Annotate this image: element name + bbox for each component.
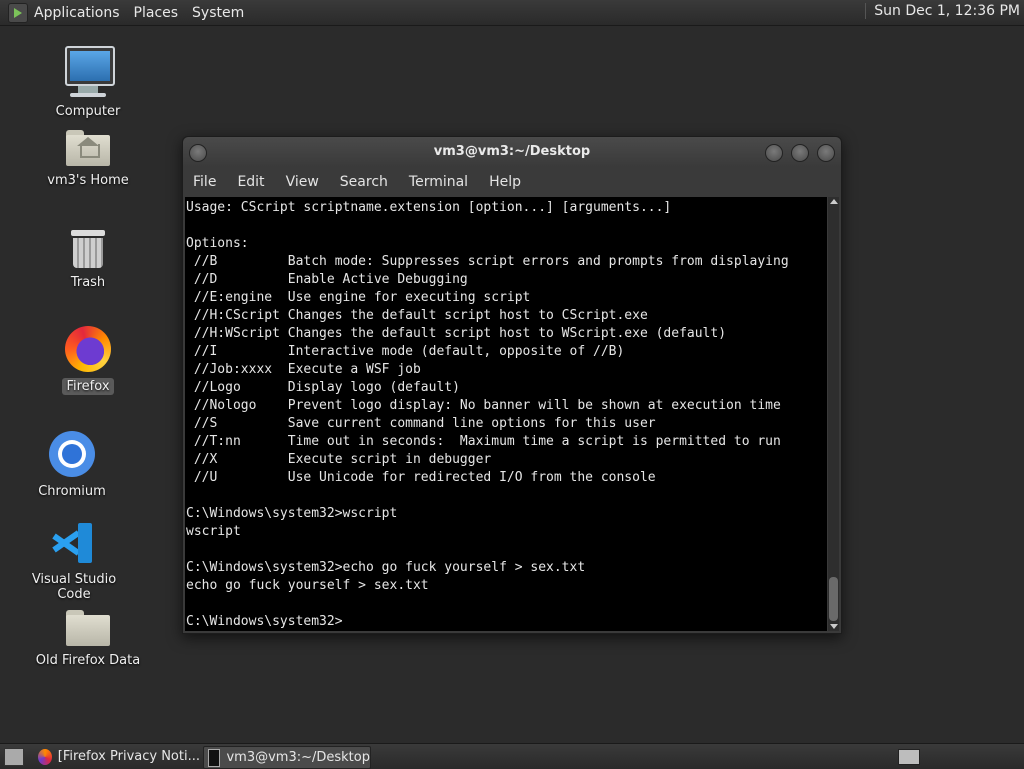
terminal-line: //Logo Display logo (default) [186,380,460,395]
menu-help[interactable]: Help [489,174,521,190]
minimize-button[interactable] [765,144,783,162]
terminal-line: //U Use Unicode for redirected I/O from … [186,470,656,485]
terminal-line: //Job:xxxx Execute a WSF job [186,362,421,377]
window-titlebar[interactable]: vm3@vm3:~/Desktop [183,137,841,167]
desktop-icon-label: Chromium [38,484,106,499]
menu-search[interactable]: Search [340,174,388,190]
terminal-line: Options: [186,236,249,251]
menu-system[interactable]: System [192,5,244,21]
taskbar-item-label: vm3@vm3:~/Desktop [226,750,370,765]
terminal-line: //H:WScript Changes the default script h… [186,326,727,341]
terminal-line: //S Save current command line options fo… [186,416,656,431]
trash-icon [71,230,105,268]
terminal-scrollbar[interactable] [828,197,839,631]
terminal-line: //E:engine Use engine for executing scri… [186,290,531,305]
bottom-panel: [Firefox Privacy Noti... vm3@vm3:~/Deskt… [0,743,1024,769]
desktop-icon-label: Trash [70,275,106,290]
menu-file[interactable]: File [193,174,216,190]
menu-view[interactable]: View [286,174,319,190]
chromium-icon [49,431,95,477]
scrollbar-thumb[interactable] [829,577,838,621]
terminal-line: wscript [186,524,241,539]
terminal-line: Usage: CScript scriptname.extension [opt… [186,200,672,215]
desktop-icon-old-firefox-data[interactable]: Old Firefox Data [28,610,148,669]
terminal-line: C:\Windows\system32>wscript [186,506,398,521]
terminal-window[interactable]: vm3@vm3:~/Desktop File Edit View Search … [182,136,842,634]
desktop-icon-vscode[interactable]: Visual Studio Code [14,521,134,603]
vscode-icon [52,521,96,565]
menu-edit[interactable]: Edit [237,174,264,190]
terminal-icon [208,748,221,767]
taskbar-item-label: [Firefox Privacy Noti... [57,749,200,764]
terminal-line: //Nologo Prevent logo display: No banner… [186,398,781,413]
terminal-output[interactable]: Usage: CScript scriptname.extension [opt… [185,197,827,631]
desktop-icon-home[interactable]: vm3's Home [28,130,148,189]
scroll-up-arrow-icon[interactable] [830,199,838,204]
workspace-switcher[interactable] [898,749,920,765]
distro-logo-icon[interactable] [8,2,28,23]
terminal-line: //T:nn Time out in seconds: Maximum time… [186,434,781,449]
desktop-icon-label: Firefox [62,378,114,395]
terminal-line: C:\Windows\system32> [186,614,343,629]
maximize-button[interactable] [791,144,809,162]
desktop-icon-chromium[interactable]: Chromium [12,431,132,500]
window-title: vm3@vm3:~/Desktop [433,144,591,159]
desktop-icon-firefox[interactable]: Firefox [28,326,148,395]
clock[interactable]: Sun Dec 1, 12:36 PM [865,3,1020,19]
terminal-menubar: File Edit View Search Terminal Help [183,167,841,197]
folder-icon [66,610,110,646]
desktop-icon-label: Visual Studio Code [31,572,117,602]
scroll-down-arrow-icon[interactable] [830,624,838,629]
close-button[interactable] [817,144,835,162]
computer-icon [65,46,115,97]
desktop-icon-label: vm3's Home [47,173,129,188]
firefox-icon [65,326,111,372]
home-folder-icon [66,130,110,166]
terminal-line: //B Batch mode: Suppresses script errors… [186,254,789,269]
taskbar-item-firefox[interactable]: [Firefox Privacy Noti... [34,746,200,767]
firefox-icon [38,748,52,765]
terminal-line: C:\Windows\system32>echo go fuck yoursel… [186,560,586,575]
menu-terminal[interactable]: Terminal [409,174,468,190]
desktop-icon-trash[interactable]: Trash [28,230,148,291]
desktop-icon-label: Computer [55,104,121,119]
terminal-text: Usage: CScript scriptname.extension [opt… [185,197,827,631]
terminal-line: echo go fuck yourself > sex.txt [186,578,429,593]
terminal-line: //I Interactive mode (default, opposite … [186,344,625,359]
menu-places[interactable]: Places [134,5,179,21]
terminal-line: //D Enable Active Debugging [186,272,468,287]
top-panel: Applications Places System Sun Dec 1, 12… [0,0,1024,26]
terminal-line: //H:CScript Changes the default script h… [186,308,648,323]
desktop-icon-label: Old Firefox Data [35,653,141,668]
window-menu-button[interactable] [189,144,207,162]
terminal-line: //X Execute script in debugger [186,452,492,467]
taskbar-item-terminal[interactable]: vm3@vm3:~/Desktop [203,746,371,769]
desktop-icon-computer[interactable]: Computer [28,46,148,120]
menu-applications[interactable]: Applications [34,5,120,21]
show-desktop-icon[interactable] [4,748,24,766]
